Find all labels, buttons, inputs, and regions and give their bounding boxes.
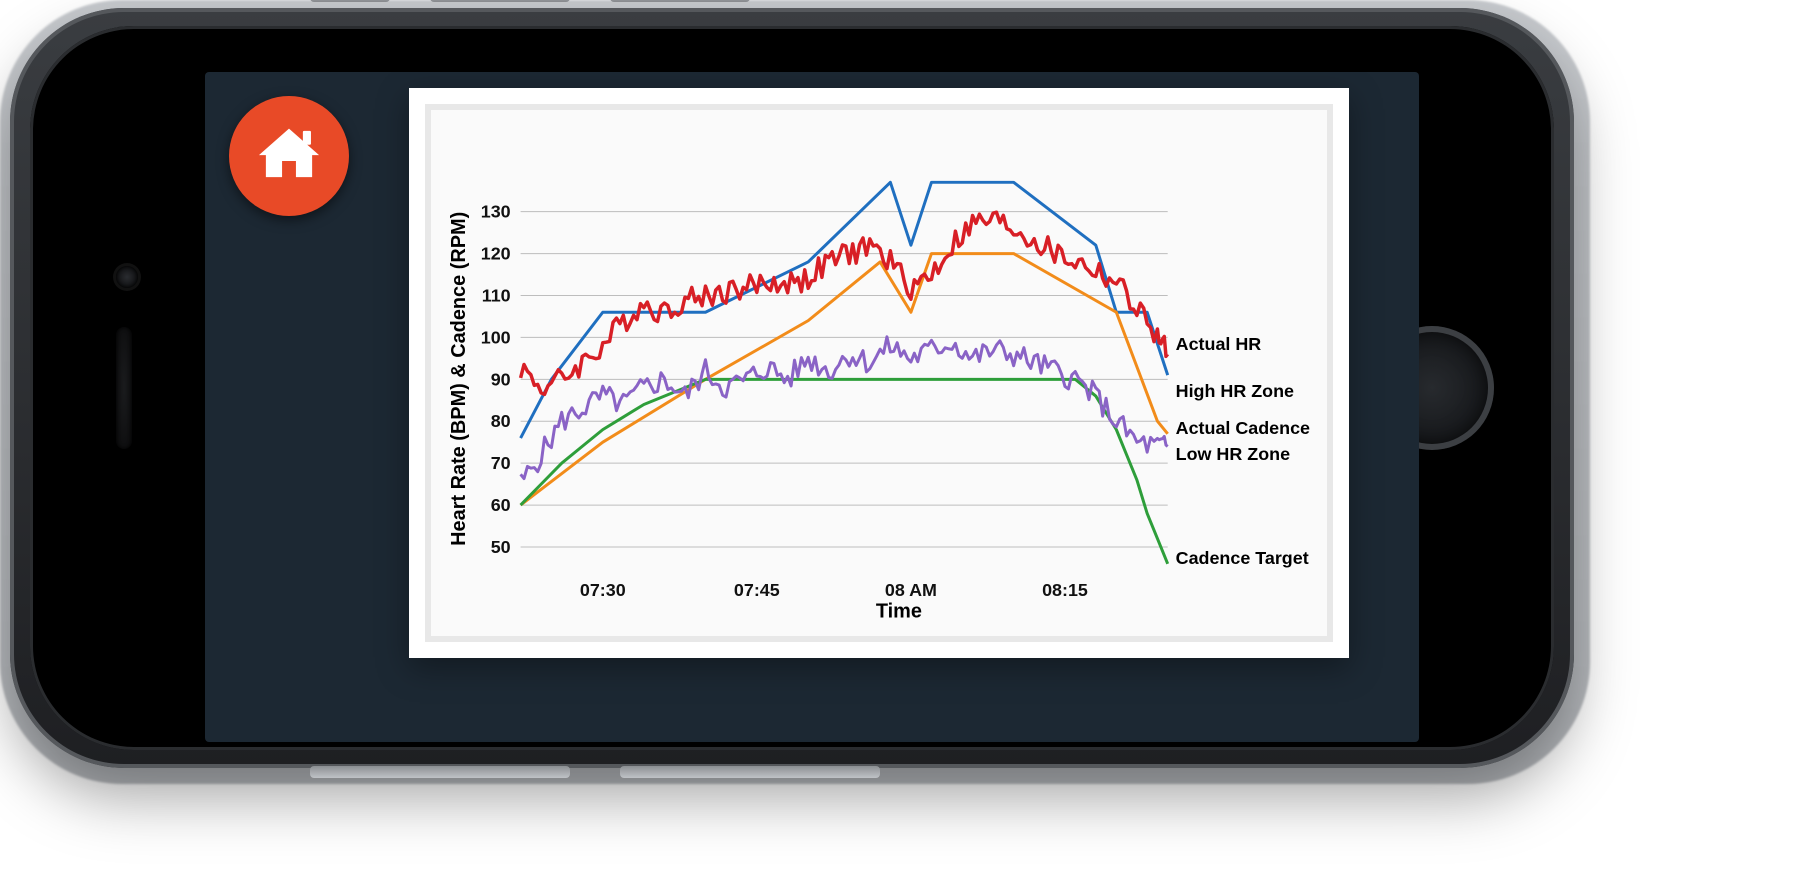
app-screen: 07:30 07:45 08 AM 08:15 50 60 70 80 90 100 110 120… bbox=[205, 72, 1419, 742]
front-camera bbox=[116, 266, 138, 288]
phone-volume-down bbox=[610, 0, 750, 2]
phone-body: 07:30 07:45 08 AM 08:15 50 60 70 80 90 100 110 120… bbox=[10, 8, 1574, 768]
y-tick-label: 80 bbox=[491, 411, 511, 431]
legend-actual-cadence: Actual Cadence bbox=[1176, 418, 1310, 438]
x-tick-label: 08:15 bbox=[1042, 580, 1088, 600]
series-actual-hr bbox=[521, 212, 1168, 394]
y-tick-label: 60 bbox=[491, 495, 511, 515]
x-tick-label: 07:45 bbox=[734, 580, 780, 600]
y-tick-label: 100 bbox=[481, 327, 511, 347]
workout-chart: 07:30 07:45 08 AM 08:15 50 60 70 80 90 100 110 120… bbox=[431, 110, 1327, 628]
phone-bottom-port-left bbox=[310, 766, 570, 778]
x-axis-label: Time bbox=[876, 601, 922, 623]
chart-card: 07:30 07:45 08 AM 08:15 50 60 70 80 90 100 110 120… bbox=[409, 88, 1349, 658]
y-tick-label: 50 bbox=[491, 537, 511, 557]
page-root: { "app": { "home_button_name": "home" },… bbox=[0, 0, 1796, 880]
x-tick-label: 07:30 bbox=[580, 580, 626, 600]
phone-bottom-port-right bbox=[620, 766, 880, 778]
phone-bezel: 07:30 07:45 08 AM 08:15 50 60 70 80 90 100 110 120… bbox=[30, 26, 1554, 750]
x-tick-label: 08 AM bbox=[885, 580, 937, 600]
phone-top-switch bbox=[310, 0, 390, 2]
home-icon bbox=[252, 117, 326, 196]
y-tick-label: 70 bbox=[491, 453, 511, 473]
legend-actual-hr: Actual HR bbox=[1176, 334, 1262, 354]
y-tick-label: 120 bbox=[481, 244, 511, 264]
home-button[interactable] bbox=[229, 96, 349, 216]
series-actual-cadence bbox=[521, 337, 1168, 479]
y-tick-label: 130 bbox=[481, 202, 511, 222]
phone-volume-up bbox=[430, 0, 570, 2]
chart-frame: 07:30 07:45 08 AM 08:15 50 60 70 80 90 100 110 120… bbox=[425, 104, 1333, 642]
y-tick-label: 90 bbox=[491, 369, 511, 389]
y-tick-label: 110 bbox=[482, 285, 511, 305]
earpiece-speaker bbox=[116, 327, 132, 449]
legend-low-hr: Low HR Zone bbox=[1176, 444, 1290, 464]
legend-high-hr: High HR Zone bbox=[1176, 381, 1294, 401]
y-axis-label: Heart Rate (BPM) & Cadence (RPM) bbox=[448, 212, 470, 546]
series-high-hr-zone bbox=[521, 182, 1168, 438]
legend-cadence-target: Cadence Target bbox=[1176, 548, 1309, 568]
